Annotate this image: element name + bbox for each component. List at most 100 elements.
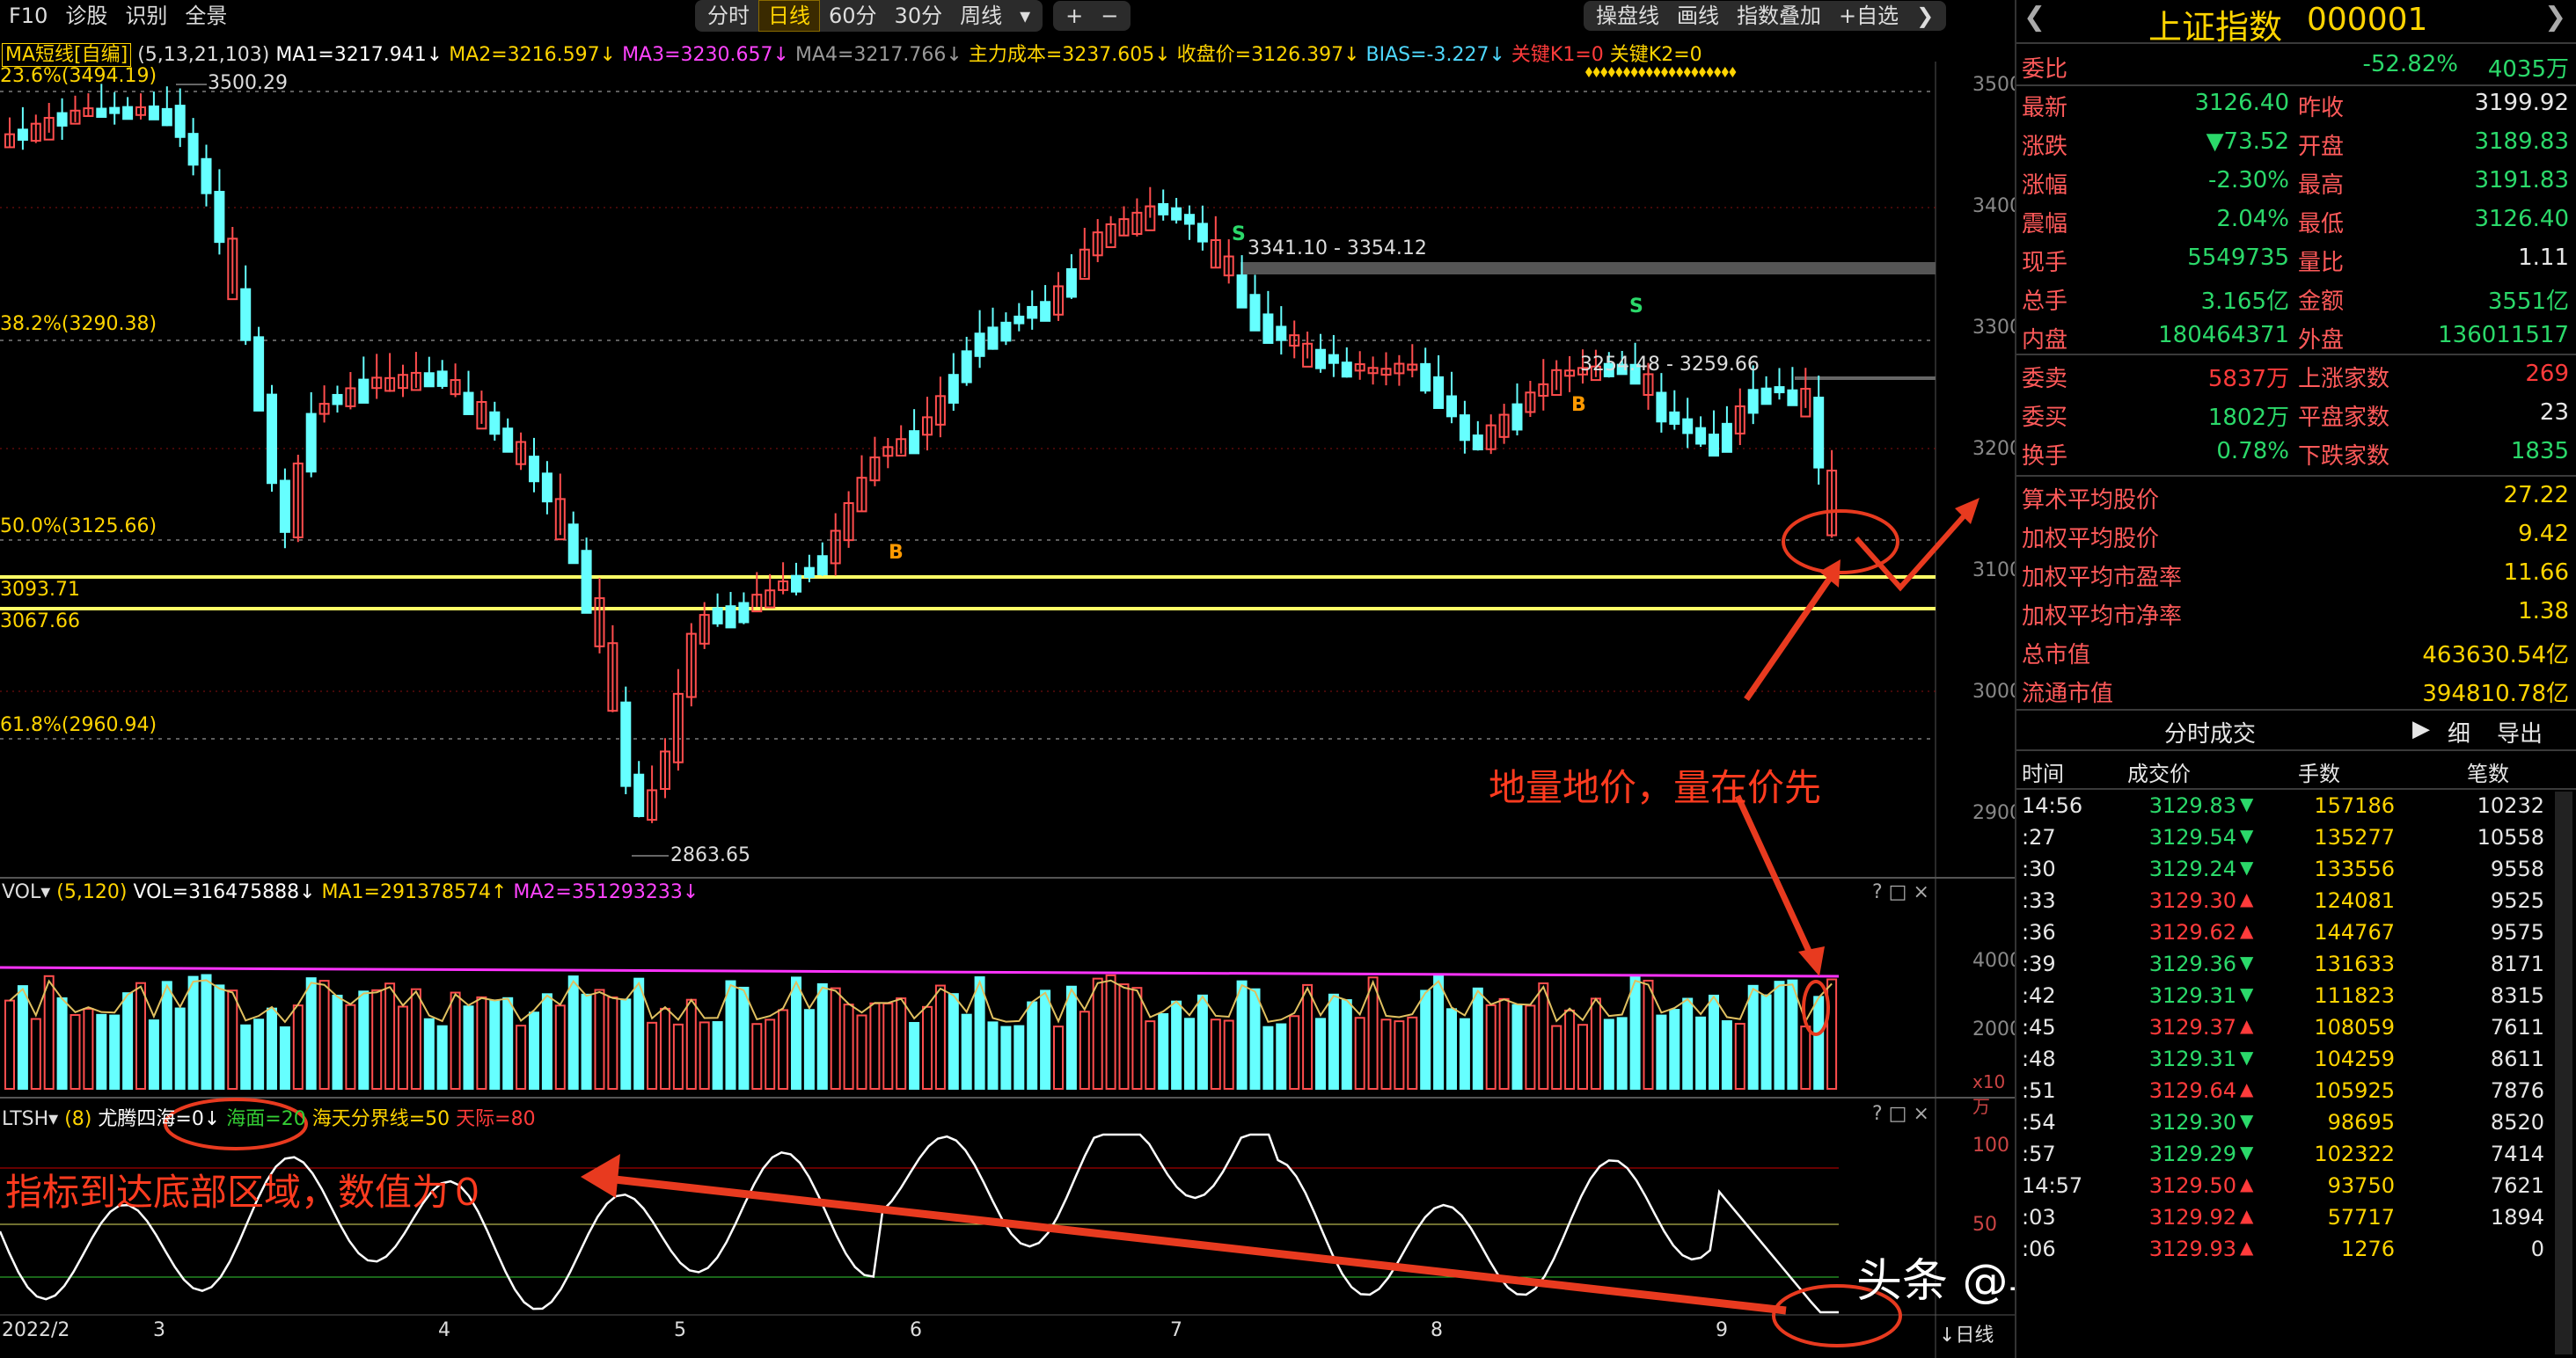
export-button[interactable]: 导出: [2497, 716, 2543, 748]
volume-bar: [332, 994, 343, 1090]
volume-bar: [1367, 976, 1379, 1090]
play-icon[interactable]: ▶: [2412, 716, 2430, 742]
stat-value: 9.42: [2518, 521, 2569, 547]
quote-panel: ❮ 上证指数 000001 ❯ 委比 -52.82% 4035万 分时成交 ▶ …: [2015, 0, 2576, 1358]
quote-value: ▼73.52: [2206, 128, 2289, 155]
stat-value: 27.22: [2503, 482, 2569, 508]
candle-body: [148, 105, 159, 120]
stat-label: 总市值: [2022, 642, 2091, 668]
volume-bar: [1184, 1018, 1195, 1091]
volume-bars: [4, 974, 1838, 1091]
trade-price: 3129.93: [2148, 1237, 2236, 1261]
candle-body: [1656, 391, 1667, 423]
quote-label: 涨跌: [2022, 134, 2068, 160]
trade-time: :36: [2022, 920, 2056, 945]
volume-bar: [17, 985, 28, 1091]
volume-bar: [1407, 1016, 1418, 1091]
volume-bar: [463, 1005, 474, 1091]
candle-body: [214, 191, 225, 244]
trade-volume: 111823: [2314, 983, 2395, 1008]
volume-bar: [1577, 1024, 1588, 1090]
trade-volume: 98695: [2327, 1110, 2395, 1135]
quote-label: 上涨家数: [2298, 366, 2390, 392]
diamond-marker: [1645, 67, 1653, 77]
trade-volume: 135277: [2314, 825, 2395, 850]
candle-body: [279, 479, 290, 533]
vol-indicator-select[interactable]: VOL▾: [2, 881, 50, 903]
candle-body: [1276, 325, 1287, 341]
volume-bar: [934, 984, 946, 1090]
diamond-marker: [1729, 67, 1737, 77]
diamond-marker: [1661, 67, 1668, 77]
candle-body: [581, 550, 592, 614]
prev-arrow-icon[interactable]: ❮: [2023, 2, 2045, 33]
volume-bar: [1249, 988, 1261, 1090]
ind-panel-buttons[interactable]: ? □ ×: [1872, 1103, 1929, 1125]
trade-time: :42: [2022, 983, 2056, 1008]
signal-diamonds: [1585, 67, 1737, 77]
candlesticks: [4, 84, 1838, 823]
candle-body: [961, 350, 972, 383]
detail-button[interactable]: 细: [2448, 716, 2470, 748]
arrow-to-price: [1744, 570, 1837, 701]
volume-bar: [30, 1018, 41, 1091]
volume-bar: [4, 999, 15, 1091]
period-selector[interactable]: ↓日线: [1939, 1319, 1994, 1347]
volume-bar: [699, 1021, 710, 1091]
candle-body: [620, 701, 632, 787]
trade-volume: 104259: [2314, 1047, 2395, 1071]
trade-price: 3129.36: [2148, 952, 2236, 976]
vol-ma1-line: [9, 979, 1833, 1024]
volume-bar: [240, 1024, 252, 1090]
next-arrow-icon[interactable]: ❯: [2544, 2, 2566, 33]
volume-bar: [292, 1004, 304, 1091]
volume-bar: [1158, 1012, 1169, 1090]
candle-body: [253, 336, 265, 412]
trades-header-count: 笔数: [2467, 762, 2509, 786]
volume-bar: [70, 1014, 81, 1091]
chart-area[interactable]: F10 诊股 识别 全景 分时 日线 60分 30分 周线 ▾ + − 操盘线 …: [0, 0, 2329, 1358]
trades-scrollbar[interactable]: [2555, 792, 2572, 1354]
volume-bar: [1433, 975, 1445, 1091]
candle-body: [633, 773, 645, 817]
down-arrow-icon: ▼: [2240, 952, 2254, 973]
candle-body: [1709, 434, 1719, 457]
trade-volume: 131633: [2314, 952, 2395, 976]
candle-body: [332, 393, 343, 405]
volume-bar: [1734, 1022, 1745, 1090]
fib618-label: 61.8%(2960.94): [0, 714, 157, 736]
volume-bar: [1747, 984, 1759, 1091]
volume-bar: [1197, 994, 1208, 1091]
quote-label: 委卖: [2022, 366, 2068, 392]
quote-label: 金额: [2298, 288, 2345, 315]
index-title: 上证指数: [2148, 8, 2283, 47]
candle-body: [816, 555, 828, 575]
volume-bar: [174, 1007, 186, 1090]
quote-value: 3126.40: [2474, 206, 2569, 232]
candle-body: [1197, 223, 1208, 243]
volume-bar: [384, 982, 396, 1091]
vol-panel-buttons[interactable]: ? □ ×: [1872, 881, 1929, 903]
candle-body: [712, 607, 723, 624]
candle-body: [987, 326, 999, 350]
candle-body: [1328, 354, 1339, 364]
trade-count: 9558: [2490, 857, 2544, 881]
candle-body: [267, 393, 277, 485]
volume-bar: [227, 989, 238, 1090]
volume-bar: [1669, 1009, 1680, 1090]
trade-count: 9575: [2490, 920, 2544, 945]
up-arrow-icon: ▲: [2240, 1205, 2254, 1226]
fib236-label: 23.6%(3494.19): [0, 65, 157, 87]
volume-bar: [214, 984, 225, 1090]
volume-bar: [803, 1009, 815, 1091]
volume-bar: [607, 996, 618, 1090]
trade-time: :27: [2022, 825, 2056, 850]
down-arrow-icon: ▼: [2240, 983, 2254, 1004]
trade-time: :48: [2022, 1047, 2056, 1071]
trade-volume: 157186: [2314, 793, 2395, 818]
down-arrow-icon: ▼: [2240, 1110, 2254, 1131]
volume-bar: [1616, 1017, 1628, 1090]
volume-bar: [1420, 989, 1431, 1090]
up-arrow-icon: ▲: [2240, 1015, 2254, 1036]
ind-select[interactable]: LTSH▾: [2, 1108, 58, 1130]
